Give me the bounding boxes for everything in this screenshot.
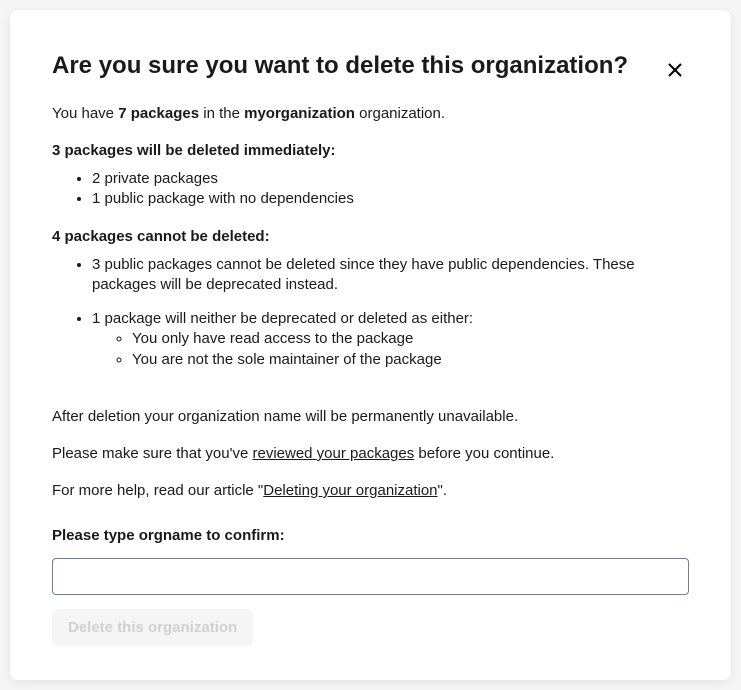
list-item: 2 private packages xyxy=(92,169,689,189)
help-prefix: For more help, read our article " xyxy=(52,482,263,499)
cannot-item2-text: 1 package will neither be deprecated or … xyxy=(92,310,473,327)
confirm-label: Please type orgname to confirm: xyxy=(52,527,689,544)
intro-pkg-count: 7 packages xyxy=(118,105,199,122)
review-prefix: Please make sure that you've xyxy=(52,445,252,462)
delete-organization-modal: Are you sure you want to delete this org… xyxy=(10,10,731,680)
deleted-heading: 3 packages will be deleted immediately: xyxy=(52,142,689,159)
close-button[interactable] xyxy=(663,58,687,82)
after-deletion-text: After deletion your organization name wi… xyxy=(52,406,689,427)
close-icon xyxy=(667,62,683,78)
review-text: Please make sure that you've reviewed yo… xyxy=(52,443,689,464)
cannot-list: 3 public packages cannot be deleted sinc… xyxy=(52,255,689,370)
delete-organization-button[interactable]: Delete this organization xyxy=(52,609,253,646)
list-item: 1 public package with no dependencies xyxy=(92,189,689,209)
intro-prefix: You have xyxy=(52,105,118,122)
list-item: You are not the sole maintainer of the p… xyxy=(132,350,689,370)
intro-suffix: organization. xyxy=(355,105,445,122)
help-suffix: ". xyxy=(438,482,448,499)
reviewed-packages-link[interactable]: reviewed your packages xyxy=(252,445,414,462)
list-item: 3 public packages cannot be deleted sinc… xyxy=(92,255,689,296)
intro-mid: in the xyxy=(199,105,244,122)
intro-org-name: myorganization xyxy=(244,105,355,122)
review-suffix: before you continue. xyxy=(414,445,554,462)
deleting-org-link[interactable]: Deleting your organization xyxy=(263,482,437,499)
confirm-orgname-input[interactable] xyxy=(52,558,689,595)
list-spacer xyxy=(92,295,689,309)
help-text: For more help, read our article "Deletin… xyxy=(52,480,689,501)
deleted-list: 2 private packages 1 public package with… xyxy=(52,169,689,210)
modal-title: Are you sure you want to delete this org… xyxy=(52,50,689,81)
cannot-heading: 4 packages cannot be deleted: xyxy=(52,228,689,245)
intro-text: You have 7 packages in the myorganizatio… xyxy=(52,103,689,124)
list-item: 1 package will neither be deprecated or … xyxy=(92,309,689,370)
cannot-sublist: You only have read access to the package… xyxy=(92,329,689,370)
list-item: You only have read access to the package xyxy=(132,329,689,349)
